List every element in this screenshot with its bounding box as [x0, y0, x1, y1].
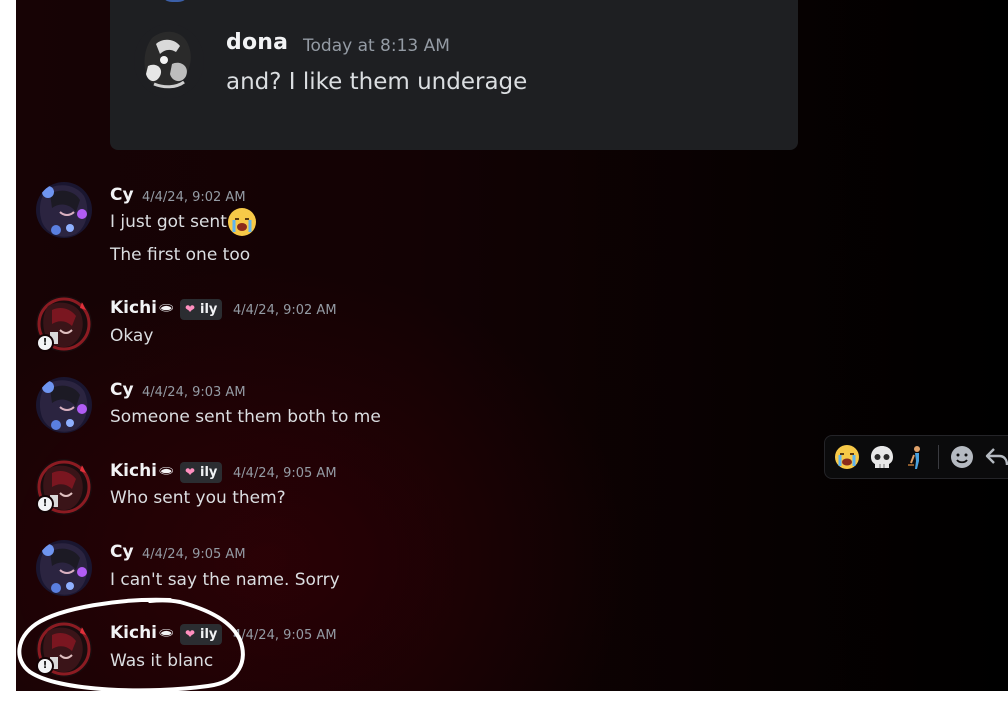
person-standing-icon	[908, 446, 920, 469]
status-indicator: !	[36, 334, 54, 352]
quoted-timestamp: Today at 8:13 AM	[303, 36, 450, 56]
message-author[interactable]: Kichi	[110, 623, 157, 643]
avatar-image	[36, 459, 92, 515]
message-text: Who sent you them?	[110, 488, 286, 508]
message-text: Was it blanc	[110, 651, 214, 671]
quick-reaction-person-standing[interactable]	[902, 443, 930, 471]
reply-button[interactable]	[983, 443, 1008, 471]
badge-label: ily	[200, 302, 218, 317]
message-text: Someone sent them both to me	[110, 407, 381, 427]
clan-tag-icon[interactable]: 🕳	[158, 626, 175, 641]
avatar[interactable]	[36, 459, 92, 515]
quick-reaction-skull[interactable]	[868, 443, 896, 471]
heart-icon: ❤	[185, 627, 196, 641]
avatar-image	[36, 377, 92, 433]
reply-icon	[985, 448, 1008, 466]
message-timestamp: 4/4/24, 9:05 AM	[233, 466, 337, 481]
skull-icon	[871, 446, 893, 468]
message-author[interactable]: Kichi	[110, 461, 157, 481]
avatar[interactable]	[36, 377, 92, 433]
toolbar-divider	[938, 445, 939, 469]
avatar-image	[36, 621, 92, 677]
message-author[interactable]: Cy	[110, 380, 134, 400]
status-indicator: !	[36, 657, 54, 675]
badge-label: ily	[200, 465, 218, 480]
message-author[interactable]: Cy	[110, 542, 134, 562]
avatar[interactable]	[134, 24, 204, 98]
message-timestamp: 4/4/24, 9:02 AM	[142, 190, 246, 205]
status-indicator: !	[36, 495, 54, 513]
clan-badge[interactable]: ❤ ily	[180, 624, 222, 645]
quick-reaction-loudly-crying[interactable]	[833, 443, 861, 471]
avatar-image	[36, 182, 92, 238]
loudly-crying-icon	[229, 209, 255, 235]
embed-avatar-fragment	[160, 0, 190, 2]
clan-badge[interactable]: ❤ ily	[180, 462, 222, 483]
message-timestamp: 4/4/24, 9:03 AM	[142, 385, 246, 400]
message-text: I just got sent	[110, 212, 227, 232]
avatar[interactable]	[36, 182, 92, 238]
chat-message-area: dona Today at 8:13 AM and? I like them u…	[16, 0, 1008, 691]
message-text: The first one too	[110, 245, 251, 265]
avatar[interactable]	[36, 296, 92, 352]
quoted-message-text: and? I like them underage	[226, 69, 528, 95]
message-author[interactable]: Cy	[110, 185, 134, 205]
message-hover-toolbar	[824, 435, 1008, 479]
heart-icon: ❤	[185, 465, 196, 479]
loudly-crying-icon	[835, 445, 859, 469]
clan-tag-icon[interactable]: 🕳	[158, 301, 175, 316]
avatar-image	[36, 296, 92, 352]
add-reaction-icon	[951, 446, 973, 468]
clan-tag-icon[interactable]: 🕳	[158, 464, 175, 479]
quoted-author[interactable]: dona	[226, 30, 288, 55]
quoted-message-embed[interactable]: dona Today at 8:13 AM and? I like them u…	[110, 0, 798, 150]
message-timestamp: 4/4/24, 9:02 AM	[233, 303, 337, 318]
message-timestamp: 4/4/24, 9:05 AM	[233, 628, 337, 643]
message-text: I can't say the name. Sorry	[110, 570, 340, 590]
avatar[interactable]	[36, 621, 92, 677]
add-reaction-button[interactable]	[948, 443, 976, 471]
avatar-image	[134, 24, 204, 98]
message-text: Okay	[110, 326, 154, 346]
badge-label: ily	[200, 627, 218, 642]
loudly-crying-emoji[interactable]	[228, 208, 256, 236]
message-author[interactable]: Kichi	[110, 298, 157, 318]
clan-badge[interactable]: ❤ ily	[180, 299, 222, 320]
message-timestamp: 4/4/24, 9:05 AM	[142, 547, 246, 562]
avatar[interactable]	[36, 540, 92, 596]
avatar-image	[36, 540, 92, 596]
heart-icon: ❤	[185, 302, 196, 316]
